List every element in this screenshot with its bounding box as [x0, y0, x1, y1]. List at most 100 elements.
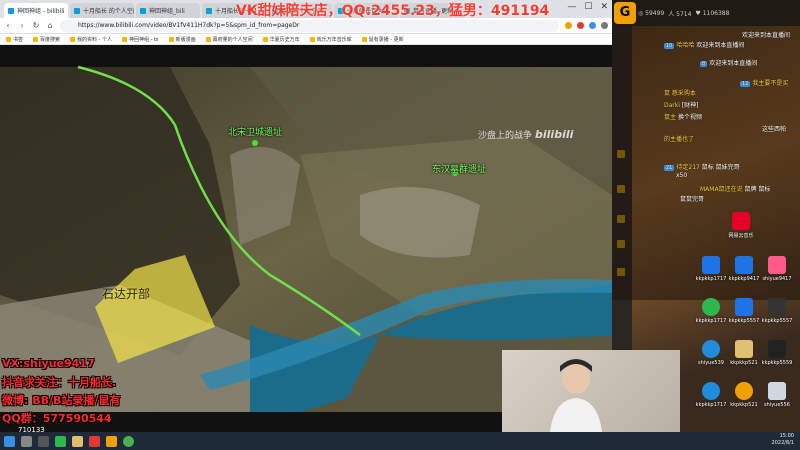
folder-taskbar-icon[interactable]: [72, 435, 83, 447]
bookmark-item[interactable]: 百度搜索: [33, 36, 60, 43]
tray-time[interactable]: 15:00: [772, 433, 794, 440]
app-taskbar-icon[interactable]: [89, 435, 100, 447]
tab-1[interactable]: 十月船长 的个人空间: [70, 3, 134, 18]
desktop-icon-label: shiyue539: [698, 360, 724, 366]
viewer-stat: ◎ 59499: [638, 9, 665, 17]
chat-user[interactable]: Darki: [664, 102, 680, 109]
desktop-icon[interactable]: kkpkkp521: [727, 340, 761, 366]
screen: 神回神组 - bilibili 十月船长 的个人空间 神回神组_bili 十月船…: [0, 0, 800, 450]
chat-message: 12 我主要不是买: [740, 78, 788, 87]
app-taskbar-icon[interactable]: [55, 435, 66, 447]
bookmark-item[interactable]: 华夏历史万年: [263, 36, 300, 43]
bookmark-item[interactable]: 戏乐万年音乐库: [310, 36, 352, 43]
bookmark-item[interactable]: 书签: [6, 36, 23, 43]
wechat-icon: [702, 298, 720, 316]
desktop-icon-label: kkpkkp5557: [761, 318, 793, 324]
overlay-qq: QQ群：577590544: [2, 412, 112, 425]
desktop-icon[interactable]: kkpkkp1717: [694, 256, 728, 282]
recycle-bin-icon: [768, 382, 786, 400]
desktop-icon[interactable]: kkpkkp5559: [760, 340, 794, 366]
chat-message: 鼠 慈采购本: [664, 88, 696, 97]
chat-user[interactable]: 待定217: [676, 164, 699, 171]
desktop-icon[interactable]: kkpkkp5557: [760, 298, 794, 324]
forward-icon[interactable]: ›: [18, 21, 26, 30]
chat-text: [财神]: [681, 102, 699, 109]
window-controls: — ☐ ✕: [567, 2, 608, 12]
desktop-icon[interactable]: shiyue539: [694, 340, 728, 366]
desktop-icon[interactable]: shiyue9417: [760, 256, 794, 282]
tray-date[interactable]: 2022/8/1: [772, 440, 794, 447]
bilibili-icon: [206, 7, 212, 14]
home-icon[interactable]: ⌂: [46, 21, 54, 30]
bookmark-item[interactable]: 我的资料 - 个人: [70, 36, 112, 43]
extension-icon[interactable]: [565, 22, 572, 29]
minimize-button[interactable]: —: [567, 2, 576, 12]
like-stat: ♥ 1106388: [695, 9, 730, 17]
desktop-icon-label: shiyue556: [764, 402, 790, 408]
desktop-icon-label: kkpkkp1717: [695, 318, 727, 324]
desktop-icon[interactable]: shiyue556: [760, 382, 794, 408]
app-icon: [735, 382, 753, 400]
video-watermark: 沙盘上的战争 bilibili: [478, 128, 573, 141]
desktop-icon-label: kkpkkp5559: [761, 360, 793, 366]
chat-user[interactable]: 我主要不是买: [752, 80, 788, 87]
chat-text: 鼠鼠完哥: [680, 196, 705, 203]
bilibili-logo: bilibili: [535, 128, 574, 141]
webcam-person: [550, 359, 602, 432]
chat-user[interactable]: 鼠 慈采购本: [664, 90, 696, 97]
map-label-shidazhai: 石达开部: [102, 287, 151, 301]
desktop-icon-label: kkpkkp521: [730, 402, 758, 408]
bookmark-item[interactable]: 新版漫画: [169, 36, 196, 43]
chat-text: 鼠标 鼠妹完哥: [701, 164, 740, 171]
app-icon: [735, 298, 753, 316]
chat-text: 这些西帕: [762, 126, 787, 133]
desktop-icon[interactable]: kkpkkp1717: [694, 382, 728, 408]
fan-stat: 人 5714: [668, 10, 692, 18]
chat-user[interactable]: MAMA鼠还在说: [700, 186, 743, 193]
streamer-avatar[interactable]: G: [614, 2, 636, 24]
chat-user[interactable]: 鼠主: [664, 114, 676, 121]
tab-label: 十月船长 的个人空间: [83, 8, 134, 15]
map-label-north: 北宋卫城遗址: [228, 128, 283, 138]
chat-user[interactable]: 的主播也了: [664, 136, 694, 143]
maximize-button[interactable]: ☐: [584, 2, 592, 12]
chat-message: 8 欢迎来到本直播间: [700, 58, 757, 67]
desktop-icon-label: kkpkkp5557: [728, 318, 760, 324]
extension-icon[interactable]: [577, 22, 584, 29]
level-badge: 21: [664, 165, 675, 171]
chat-text: 欢迎来到本直播间: [709, 60, 758, 67]
level-badge: 10: [664, 43, 675, 49]
desktop-icon-label: kkpkkp1717: [695, 276, 727, 282]
reload-icon[interactable]: ↻: [32, 21, 40, 30]
taskview-icon[interactable]: [38, 435, 49, 447]
bookmark-item[interactable]: 神回神组 - bi: [122, 36, 159, 43]
desktop-icon[interactable]: kkpkkp5557: [727, 298, 761, 324]
chat-message: x50: [676, 172, 687, 179]
chrome-taskbar-icon[interactable]: [123, 435, 134, 447]
bilibili-icon: [8, 7, 14, 14]
search-icon[interactable]: [21, 435, 32, 447]
desktop-icon[interactable]: kkpkkp521: [727, 382, 761, 408]
bookmark-item[interactable]: 鼠有录播 - 更新: [362, 36, 404, 43]
desktop-icon[interactable]: kkpkkp1717: [694, 298, 728, 324]
desktop-icon-label: kkpkkp9417: [728, 276, 760, 282]
back-icon[interactable]: ‹: [4, 21, 12, 30]
desktop-icon[interactable]: 网易云音乐: [724, 212, 758, 239]
chat-user[interactable]: 哈哈哈: [676, 42, 694, 49]
bookmark-item[interactable]: 幕府量的个人空间: [206, 36, 253, 43]
close-button[interactable]: ✕: [600, 2, 608, 12]
chat-message: 的主播也了: [664, 134, 694, 143]
bilibili-icon: [74, 7, 80, 14]
start-icon[interactable]: [4, 435, 15, 447]
extension-icon[interactable]: [589, 22, 596, 29]
menu-icon[interactable]: [601, 22, 608, 29]
app-taskbar-icon[interactable]: [106, 435, 117, 447]
chat-header: ◎ 59499 人 5714 ♥ 1106388: [612, 0, 800, 26]
desktop-icon[interactable]: kkpkkp9417: [727, 256, 761, 282]
tab-2[interactable]: 神回神组_bili: [136, 3, 200, 18]
watermark-text: 沙盘上的战争: [478, 131, 533, 141]
chat-message: 21 待定217 鼠标 鼠妹完哥: [664, 162, 740, 171]
desktop-icon-label: kkpkkp1717: [695, 402, 727, 408]
tab-0[interactable]: 神回神组 - bilibili: [4, 3, 68, 18]
url-input[interactable]: https://www.bilibili.com/video/BV1fV411H…: [60, 19, 559, 32]
